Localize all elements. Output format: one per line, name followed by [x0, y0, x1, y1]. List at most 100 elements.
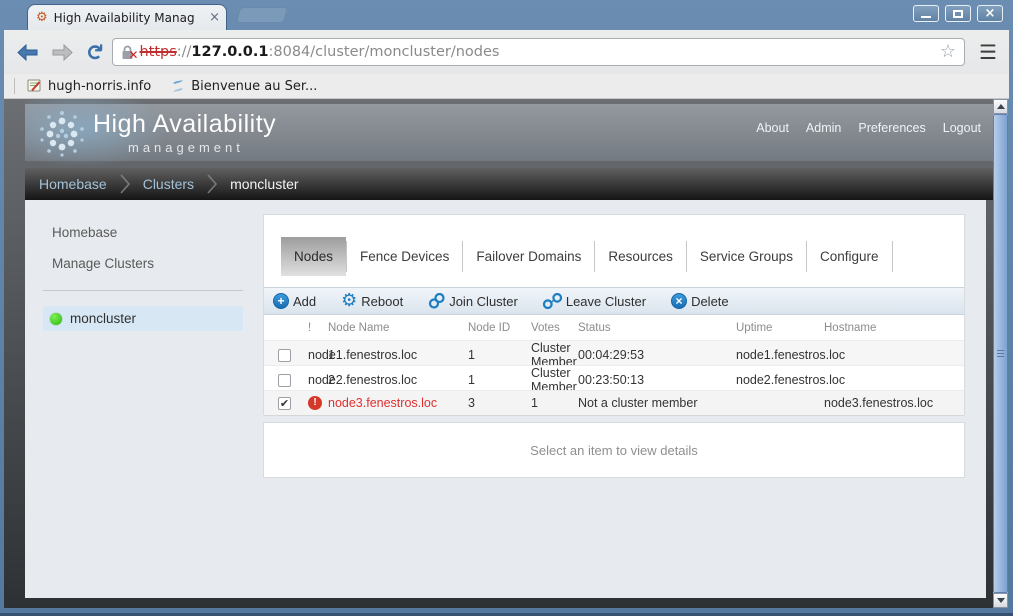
url-bar[interactable]: ✕ https://127.0.0.1:8084/cluster/monclus… — [112, 38, 965, 66]
tab-fence-devices[interactable]: Fence Devices — [347, 237, 462, 276]
leave-cluster-button[interactable]: Leave Cluster — [543, 293, 646, 309]
delete-button[interactable]: × Delete — [671, 293, 729, 309]
bookmarks-bar: hugh-norris.info Bienvenue au Ser... — [4, 74, 1009, 99]
tab-configure[interactable]: Configure — [807, 237, 892, 276]
reboot-label: Reboot — [361, 294, 403, 309]
header-link-admin[interactable]: Admin — [806, 121, 841, 135]
hostname: node3.fenestros.loc — [824, 396, 964, 410]
page-viewport: High Availability management About Admin… — [4, 99, 1008, 608]
back-button[interactable] — [16, 43, 40, 62]
table-row[interactable]: ✔ ! node1.fenestros.loc 1 1 Cluster Memb… — [264, 340, 964, 365]
tab-close-icon[interactable]: × — [209, 11, 220, 24]
node-id: 1 — [328, 348, 468, 362]
leave-cluster-label: Leave Cluster — [566, 294, 646, 309]
url-separator: :// — [177, 44, 192, 60]
node-actions-toolbar: + Add ⚙ Reboot Join Cluster — [264, 287, 964, 315]
scrollbar-thumb[interactable] — [993, 114, 1008, 593]
votes: 1 — [468, 373, 531, 387]
breadcrumb-homebase[interactable]: Homebase — [39, 176, 107, 192]
nodes-panel: Nodes Fence Devices Failover Domains Res… — [263, 214, 965, 415]
browser-window: ⚙ High Availability Manag × × ↻ ✕ https:… — [0, 0, 1013, 616]
window-controls: × — [913, 5, 1003, 22]
row-checkbox[interactable]: ✔ — [278, 349, 291, 362]
bookmark-label: Bienvenue au Ser... — [191, 79, 317, 94]
join-cluster-button[interactable]: Join Cluster — [428, 293, 518, 309]
site-title: High Availability — [93, 110, 276, 139]
scroll-up-button[interactable] — [993, 99, 1008, 114]
sidebar-item-manage-clusters[interactable]: Manage Clusters — [52, 256, 154, 271]
row-checkbox[interactable]: ✔ — [278, 374, 291, 387]
arrow-down-icon — [997, 598, 1005, 603]
uptime: 00:23:50:13 — [578, 373, 736, 387]
sidebar-divider — [43, 290, 243, 291]
url-path: :8084/cluster/moncluster/nodes — [268, 44, 499, 60]
add-button[interactable]: + Add — [273, 293, 316, 309]
bookmark-label: hugh-norris.info — [48, 79, 151, 94]
luci-dots-logo-icon — [37, 109, 87, 159]
browser-tab[interactable]: ⚙ High Availability Manag × — [27, 4, 227, 30]
sidebar-item-homebase[interactable]: Homebase — [52, 225, 117, 240]
header-links: About Admin Preferences Logout — [756, 121, 981, 135]
browser-menu-icon[interactable]: ☰ — [975, 42, 1001, 62]
url-host: 127.0.0.1 — [191, 44, 268, 60]
swirl-icon — [171, 79, 185, 93]
maximize-button[interactable] — [945, 5, 971, 22]
scroll-down-button[interactable] — [993, 593, 1008, 608]
node-id: 2 — [328, 373, 468, 387]
table-row[interactable]: ✔ ! node2.fenestros.loc 2 1 Cluster Memb… — [264, 365, 964, 390]
tab-resources[interactable]: Resources — [595, 237, 686, 276]
header-link-logout[interactable]: Logout — [943, 121, 981, 135]
titlebar: ⚙ High Availability Manag × × — [0, 0, 1013, 30]
col-node-id: Node ID — [468, 322, 531, 334]
hostname: node1.fenestros.loc — [736, 348, 824, 362]
browser-navbar: ↻ ✕ https://127.0.0.1:8084/cluster/moncl… — [4, 30, 1009, 74]
new-tab-button[interactable] — [236, 7, 289, 23]
join-cluster-label: Join Cluster — [449, 294, 518, 309]
add-label: Add — [293, 294, 316, 309]
breadcrumb: Homebase Clusters moncluster — [25, 168, 993, 200]
site-subtitle: management — [128, 140, 244, 155]
tab-service-groups[interactable]: Service Groups — [687, 237, 806, 276]
bookmarks-divider — [14, 78, 15, 94]
chain-link-icon — [428, 293, 445, 309]
breadcrumb-clusters[interactable]: Clusters — [143, 176, 194, 192]
node-name-link[interactable]: node3.fenestros.loc — [328, 396, 468, 410]
hostname: node2.fenestros.loc — [736, 373, 824, 387]
row-checkbox[interactable]: ✔ — [278, 397, 291, 410]
close-icon: × — [985, 7, 996, 20]
details-placeholder: Select an item to view details — [530, 443, 698, 458]
cluster-tabs: Nodes Fence Devices Failover Domains Res… — [281, 237, 893, 276]
reboot-button[interactable]: ⚙ Reboot — [341, 292, 403, 310]
tab-separator — [892, 241, 893, 272]
node-name-link[interactable]: node1.fenestros.loc — [308, 348, 328, 362]
votes: 1 — [468, 348, 531, 362]
add-circle-icon: + — [273, 293, 289, 309]
bookmark-bienvenue[interactable]: Bienvenue au Ser... — [171, 79, 317, 94]
node-name-link[interactable]: node2.fenestros.loc — [308, 373, 328, 387]
header-link-about[interactable]: About — [756, 121, 789, 135]
vertical-scrollbar[interactable] — [993, 99, 1008, 608]
breadcrumb-current-moncluster: moncluster — [230, 176, 298, 192]
col-uptime: Uptime — [736, 322, 824, 334]
broken-chain-icon — [543, 293, 562, 309]
url-scheme: https — [139, 44, 176, 60]
close-button[interactable]: × — [977, 5, 1003, 22]
forward-button[interactable] — [50, 43, 74, 62]
tab-favicon-gear-icon: ⚙ — [36, 11, 48, 24]
chevron-right-icon — [206, 173, 218, 195]
sidebar-item-moncluster[interactable]: moncluster — [43, 306, 243, 331]
bookmark-star-icon[interactable]: ☆ — [940, 43, 956, 61]
bookmark-hugh-norris[interactable]: hugh-norris.info — [27, 79, 151, 94]
minimize-icon — [921, 16, 931, 18]
tab-failover-domains[interactable]: Failover Domains — [463, 237, 594, 276]
tab-nodes[interactable]: Nodes — [281, 237, 346, 276]
table-row[interactable]: ✔ ! node3.fenestros.loc 3 1 Not a cluste… — [264, 390, 964, 416]
insecure-lock-icon: ✕ — [121, 45, 134, 60]
header-link-preferences[interactable]: Preferences — [858, 121, 925, 135]
site-header: High Availability management About Admin… — [25, 104, 993, 161]
webpage: High Availability management About Admin… — [4, 99, 993, 608]
reload-button[interactable]: ↻ — [82, 43, 104, 61]
reboot-gear-icon: ⚙ — [341, 292, 357, 310]
url-text: https://127.0.0.1:8084/cluster/moncluste… — [139, 44, 934, 60]
minimize-button[interactable] — [913, 5, 939, 22]
